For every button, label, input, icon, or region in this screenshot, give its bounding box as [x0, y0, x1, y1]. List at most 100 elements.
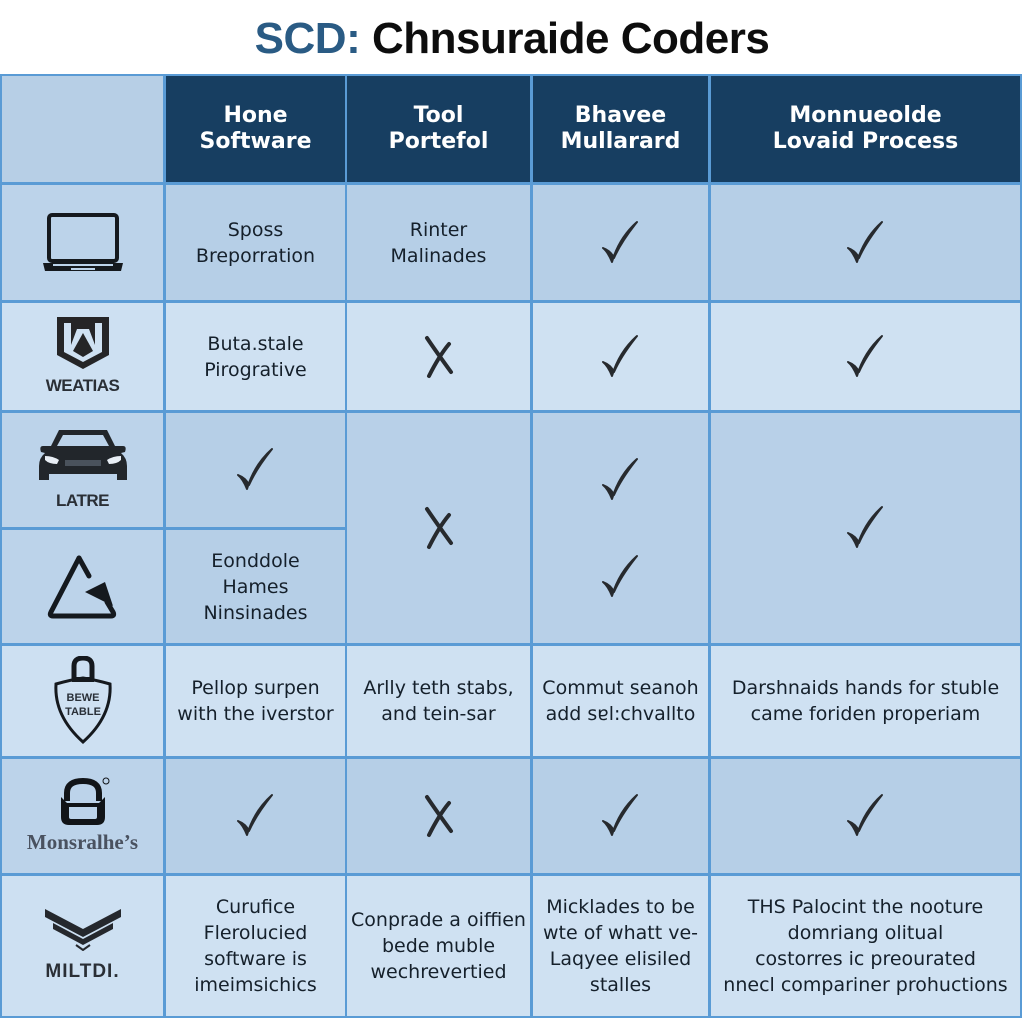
- header-corner: [2, 76, 163, 182]
- logo-label: WEATIAS: [45, 375, 120, 395]
- column-header-line: Lovaid Process: [772, 129, 959, 154]
- column-header-3: Bhavee Mullarard: [533, 76, 708, 182]
- check-icon: [846, 794, 883, 836]
- shield-text-line: BEWE: [66, 692, 99, 704]
- cell-text-line: Sposs: [227, 218, 284, 241]
- logo-label: LATRE: [56, 491, 109, 510]
- cell-text-line: Curufice: [215, 896, 296, 918]
- column-header-line: Tool: [413, 103, 464, 128]
- check-icon: [236, 448, 273, 490]
- table-cell: [711, 185, 1020, 300]
- table-cell: Darshnaids hands for stuble came foriden…: [711, 646, 1020, 756]
- table-cell: THS Palocint the nooture domriang olitua…: [711, 876, 1020, 1016]
- table-cell: [533, 185, 708, 300]
- check-icon: [846, 334, 883, 377]
- cell-text-line: Commut seanoh: [542, 677, 699, 699]
- shield-text-line: TABLE: [65, 706, 101, 718]
- table-cell: Sposs Breporration: [166, 185, 345, 300]
- check-icon: [601, 794, 638, 836]
- row-logo-monsralhes: Monsralhe’s: [2, 759, 163, 873]
- cross-icon: [424, 507, 453, 549]
- cell-text-line: Hames: [222, 575, 289, 598]
- cell-text-line: Pellop surpen: [191, 677, 320, 699]
- logo-label: Monsralhe’s: [26, 830, 139, 854]
- cell-text-line: Conprade a oiffien: [351, 909, 526, 931]
- column-header-4: Monnueolde Lovaid Process: [711, 76, 1020, 182]
- comparison-table: Hone Software Tool Portefol Bhavee Mulla…: [0, 74, 1022, 1018]
- column-header-2: Tool Portefol: [347, 76, 530, 182]
- table-cell: [166, 759, 345, 873]
- table-cell: [166, 413, 345, 527]
- page-title: SCD: Chnsuraide Coders: [0, 8, 1024, 70]
- cell-text-line: Darshnaids hands for stuble: [731, 677, 1000, 699]
- check-icon: [846, 506, 883, 548]
- cell-text-line: nnecl compariner prohuctions: [723, 974, 1008, 996]
- bag-icon: [60, 777, 109, 825]
- cell-text-line: Arlly teth stabs,: [363, 677, 514, 699]
- check-icon: [601, 220, 638, 263]
- cell-text-line: Rinter: [409, 218, 468, 241]
- cell-text-line: wechrevertied: [370, 961, 507, 983]
- table-cell: [533, 303, 708, 410]
- row-logo-weatias: WEATIAS: [2, 303, 163, 410]
- row-logo-laptop: [2, 185, 163, 300]
- table-cell: Eonddole Hames Ninsinades: [166, 530, 345, 643]
- table-cell: [711, 303, 1020, 410]
- cell-text-line: Micklades to be: [546, 896, 695, 918]
- cell-text-line: costorres ic preourated: [755, 948, 976, 970]
- table-cell: Rinter Malinades: [347, 185, 530, 300]
- column-header-1: Hone Software: [166, 76, 345, 182]
- column-header-line: Portefol: [388, 129, 489, 154]
- cell-text-line: stalles: [589, 974, 652, 996]
- column-header-line: Mullarard: [560, 129, 681, 154]
- triangle-arrow-icon: [47, 555, 116, 618]
- table-cell: [711, 759, 1020, 873]
- table-cell-merged: [347, 413, 530, 643]
- row-logo-latre: LATRE: [2, 413, 163, 527]
- cell-text-line: with the iverstor: [177, 703, 334, 725]
- cell-text-line: bede muble: [381, 935, 496, 957]
- table-cell-merged: [533, 413, 708, 643]
- cell-text-line: and tein-sar: [381, 703, 496, 725]
- table-cell: [533, 759, 708, 873]
- title-accent: SCD:: [254, 14, 361, 63]
- cell-text-line: domriang olitual: [787, 922, 944, 944]
- table-cell: Pellop surpen with the iverstor: [166, 646, 345, 756]
- cell-text-line: Buta.stale: [207, 332, 304, 355]
- cell-text-line: came foriden properiam: [750, 703, 981, 725]
- check-icon: [601, 554, 638, 597]
- table-cell: Arlly teth stabs, and tein-sar: [347, 646, 530, 756]
- padlock-shield-icon: BEWE TABLE: [53, 656, 112, 745]
- cell-text-line: THS Palocint the nooture: [747, 896, 984, 918]
- table-cell: Curufice Flerolucied software is imeimsi…: [166, 876, 345, 1016]
- shield-w-icon: [56, 316, 109, 369]
- cell-text-line: Pirogrative: [204, 358, 307, 381]
- cross-icon: [424, 795, 453, 837]
- check-icon: [236, 794, 273, 836]
- chevron-wings-icon: [44, 909, 121, 951]
- cell-text-line: Malinades: [390, 244, 487, 267]
- table-cell: Buta.stale Pirogrative: [166, 303, 345, 410]
- check-icon: [601, 334, 638, 377]
- cell-text-line: software is: [204, 948, 307, 970]
- table-cell: Conprade a oiffien bede muble wechrevert…: [347, 876, 530, 1016]
- check-icon: [601, 457, 638, 500]
- column-header-line: Hone: [223, 103, 288, 128]
- laptop-icon: [42, 212, 123, 271]
- cell-text-line: Ninsinades: [203, 601, 308, 624]
- table-cell: [347, 759, 530, 873]
- cell-text-line: Eonddole: [211, 549, 300, 572]
- column-header-line: Software: [199, 129, 312, 154]
- check-icon: [846, 220, 883, 263]
- table-cell: [347, 303, 530, 410]
- cell-text-line: imeimsichics: [194, 974, 317, 996]
- table-cell-merged: [711, 413, 1020, 643]
- row-logo-padlock-shield: BEWE TABLE: [2, 646, 163, 756]
- column-header-line: Bhavee: [574, 103, 667, 128]
- row-logo-triangle: [2, 530, 163, 643]
- row-logo-miltdi: MILTDI.: [2, 876, 163, 1016]
- logo-label: MILTDI.: [45, 961, 120, 982]
- cell-text-line: add sɐl:chvallto: [545, 703, 696, 725]
- cell-text-line: Laqyee elisiled: [549, 948, 692, 970]
- cell-text-line: wte of whatt ve-: [542, 922, 699, 944]
